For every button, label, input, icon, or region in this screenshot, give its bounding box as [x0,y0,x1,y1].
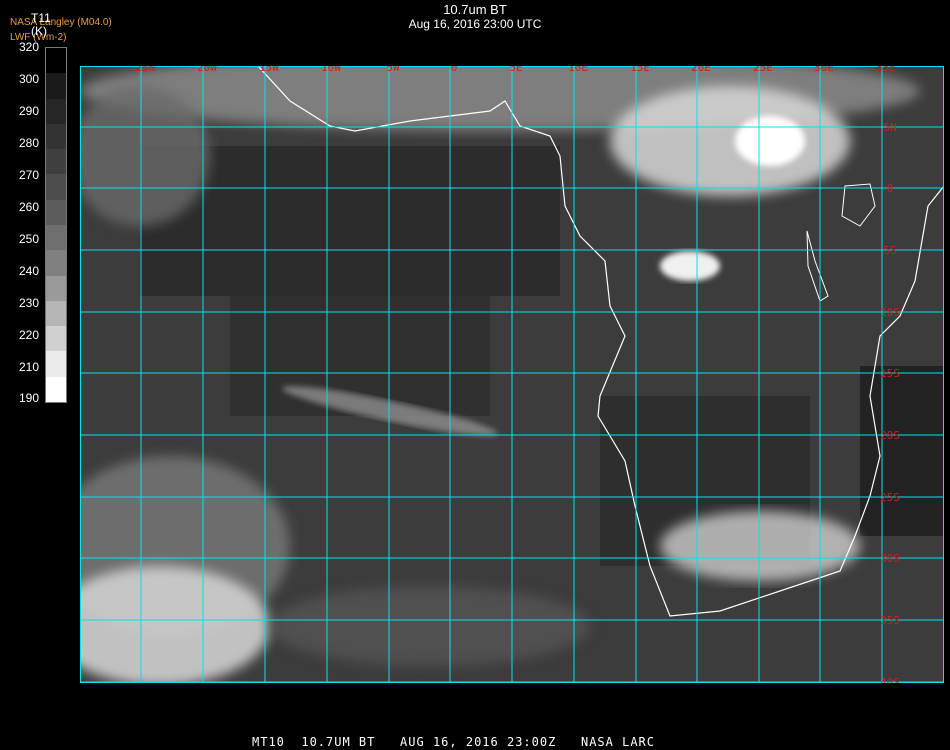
colorbar-tick-label: 320 [18,40,39,54]
colorbar-segment [46,174,66,200]
colorbar-segment [46,149,66,175]
latitude-label: 5N [883,121,896,134]
longitude-label: 5E [509,66,522,74]
cloud-band-south-africa [660,511,860,581]
longitude-label: 20E [691,66,711,74]
colorbar-segment [46,300,66,327]
satellite-map: 25W 20W 15W 10W 5W 0 5E 10E 15E 20E 25E 30E 35E 5N 0 5S… [80,66,944,683]
longitude-label: 35E [876,66,896,74]
longitude-label: 0 [451,66,458,74]
colorbar-segment [46,250,66,276]
colorbar-segment [46,73,66,99]
colorbar-segment [46,376,66,402]
longitude-label: 20W [197,66,217,74]
latitude-label: 30S [880,552,900,565]
cloud-core-ne [735,116,805,166]
colorbar-segment [46,48,66,74]
longitude-label: 30E [814,66,834,74]
colorbar-tick-label: 240 [18,264,39,278]
latitude-label: 20S [880,429,900,442]
latitude-label: 5S [883,244,896,257]
colorbar-tick-label: 300 [18,72,39,86]
colorbar-segment [46,224,66,251]
colorbar-segment [46,123,66,150]
colorbar-segment [46,98,66,124]
colorbar-tick-label: 190 [18,391,39,405]
latitude-label: 40S [880,676,900,683]
timestamp: Aug 16, 2016 23:00 UTC [408,17,542,31]
colorbar-tick-label: 280 [18,136,39,150]
colorbar-variable-label: T11 [31,11,51,25]
latitude-label: 10S [880,306,900,319]
colorbar-tick-label: 250 [18,232,39,246]
longitude-label: 5W [386,66,400,74]
latitude-label: 25S [880,491,900,504]
colorbar-segment [46,326,66,352]
colorbar-tick-label: 260 [18,200,39,214]
longitude-label: 25W [135,66,155,74]
colorbar-tick-label: 220 [18,328,39,342]
longitude-label: 25E [753,66,773,74]
latitude-label: 35S [880,614,900,627]
footer-caption: MT10 10.7UM BT AUG 16, 2016 23:00Z NASA … [252,735,656,749]
product-title: 10.7um BT [443,2,507,17]
cloud-cluster-central [660,251,720,281]
longitude-label: 15W [259,66,279,74]
latitude-label: 0 [887,182,894,195]
colorbar-tick-label: 210 [18,360,39,374]
longitude-label: 15E [630,66,650,74]
colorbar-tick-label: 230 [18,296,39,310]
credit-line-1: NASA Langley (M04.0) [10,17,112,28]
colorbar-segment [46,275,66,301]
latitude-label: 15S [880,367,900,380]
longitude-label: 10E [568,66,588,74]
colorbar-tick-label: 290 [18,104,39,118]
cloud-patch-south [270,586,590,666]
colorbar-segment [46,199,66,225]
colorbar [45,47,67,403]
longitude-label: 10W [321,66,341,74]
colorbar-unit-label: (K) [31,24,47,38]
dark-region-far-east [860,366,944,536]
colorbar-segment [46,351,66,377]
colorbar-tick-label: 270 [18,168,39,182]
cloud-cluster-ne [610,86,850,196]
